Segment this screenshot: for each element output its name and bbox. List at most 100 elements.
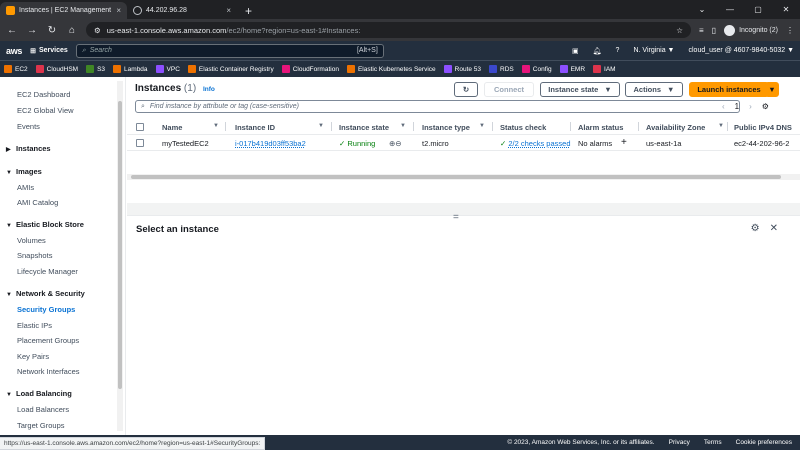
back-icon[interactable]: ← <box>6 25 18 36</box>
sidebar-item-placement-groups[interactable]: Placement Groups <box>17 336 79 345</box>
column-alarm-status[interactable]: Alarm status <box>578 123 623 132</box>
next-page-icon[interactable]: › <box>749 102 752 111</box>
favorite-vpc[interactable]: VPC <box>155 65 180 73</box>
column-name[interactable]: Name <box>162 123 182 132</box>
launch-instances-button[interactable]: Launch instances <box>689 82 769 97</box>
sort-icon[interactable]: ▼ <box>318 123 324 129</box>
favorite-route-53[interactable]: Route 53 <box>443 65 481 73</box>
cloudshell-icon[interactable]: ▣ <box>572 47 579 55</box>
new-tab-button[interactable]: + <box>237 2 260 19</box>
connect-button[interactable]: Connect <box>484 82 534 97</box>
site-info-icon[interactable]: ⚙ <box>94 26 101 35</box>
sort-icon[interactable]: ▼ <box>479 123 485 129</box>
column-availability-zone[interactable]: Availability Zone <box>646 123 705 132</box>
column-divider[interactable] <box>413 122 414 131</box>
sidebar-section-ebs[interactable]: ▼ Elastic Block Store <box>6 220 84 229</box>
column-status-check[interactable]: Status check <box>500 123 546 132</box>
notifications-icon[interactable]: 🔔︎ <box>593 47 602 55</box>
actions-dropdown[interactable]: Actions ▼ <box>625 82 683 97</box>
instance-state-dropdown[interactable]: Instance state ▼ <box>540 82 620 97</box>
sidebar-scrollbar[interactable] <box>117 81 123 431</box>
search-input[interactable]: ⌕ Search [Alt+S] <box>75 43 384 58</box>
browser-tab-ip[interactable]: 44.202.96.28 × <box>127 2 237 19</box>
favorite-rds[interactable]: RDS <box>489 65 514 73</box>
sidebar-item-target-groups[interactable]: Target Groups <box>17 421 65 430</box>
close-icon[interactable]: × <box>116 6 121 15</box>
cookie-preferences-link[interactable]: Cookie preferences <box>736 439 792 446</box>
sidebar-section-instances[interactable]: ▶ Instances <box>6 144 51 153</box>
settings-gear-icon[interactable]: ⚙ <box>762 102 769 111</box>
favorite-emr[interactable]: EMR <box>559 65 585 73</box>
favorite-s3[interactable]: S3 <box>86 65 105 73</box>
sidebar-item-amis[interactable]: AMIs <box>17 183 34 192</box>
column-divider[interactable] <box>331 122 332 131</box>
sidebar-section-images[interactable]: ▼ Images <box>6 167 42 176</box>
sidebar-item-security-groups[interactable]: Security Groups <box>17 305 75 314</box>
home-icon[interactable]: ⌂ <box>66 25 78 36</box>
favorite-cloudhsm[interactable]: CloudHSM <box>35 65 78 73</box>
favorite-elastic-container-registry[interactable]: Elastic Container Registry <box>187 65 274 73</box>
current-page[interactable]: 1 <box>735 102 739 111</box>
close-icon[interactable]: ✕ <box>770 223 778 234</box>
maximize-icon[interactable]: ▢ <box>744 5 772 14</box>
column-public-dns[interactable]: Public IPv4 DNS <box>734 123 792 132</box>
sidebar-item-lifecycle-manager[interactable]: Lifecycle Manager <box>17 267 78 276</box>
reload-icon[interactable]: ↻ <box>46 25 58 36</box>
column-instance-type[interactable]: Instance type <box>422 123 470 132</box>
resize-handle-icon[interactable]: = <box>453 212 459 223</box>
zoom-icons[interactable]: ⊕⊖ <box>389 139 402 148</box>
sort-icon[interactable]: ▼ <box>718 123 724 129</box>
column-divider[interactable] <box>727 122 728 131</box>
prev-page-icon[interactable]: ‹ <box>722 102 725 111</box>
refresh-button[interactable]: ↻ <box>454 82 478 97</box>
sort-icon[interactable]: ▼ <box>400 123 406 129</box>
column-divider[interactable] <box>492 122 493 131</box>
reading-list-icon[interactable]: ≡ <box>699 26 704 35</box>
favorite-ec2[interactable]: EC2 <box>4 65 28 73</box>
instance-id-link[interactable]: i-017b419d03ff53ba2 <box>235 139 306 148</box>
launch-dropdown-button[interactable]: ▼ <box>765 82 779 97</box>
bookmark-star-icon[interactable]: ☆ <box>676 26 683 35</box>
sidebar-item-elastic-ips[interactable]: Elastic IPs <box>17 321 52 330</box>
table-row[interactable]: myTestedEC2 i-017b419d03ff53ba2 ✓ Runnin… <box>127 135 800 151</box>
region-selector[interactable]: N. Virginia ▼ <box>633 47 674 54</box>
close-window-icon[interactable]: ✕ <box>772 5 800 14</box>
favorite-lambda[interactable]: Lambda <box>113 65 148 73</box>
favorite-config[interactable]: Config <box>521 65 552 73</box>
forward-icon[interactable]: → <box>26 25 38 36</box>
sidebar-item-snapshots[interactable]: Snapshots <box>17 251 52 260</box>
aws-logo[interactable]: aws <box>6 46 22 56</box>
column-instance-state[interactable]: Instance state <box>339 123 389 132</box>
sidebar-item-volumes[interactable]: Volumes <box>17 236 46 245</box>
services-menu[interactable]: ⊞ Services <box>30 47 68 55</box>
favorite-iam[interactable]: IAM <box>593 65 616 73</box>
incognito-indicator[interactable]: Incognito (2) <box>724 24 778 36</box>
side-panel-icon[interactable]: ▯ <box>712 26 716 35</box>
instance-filter-input[interactable]: ⌕ Find instance by attribute or tag (cas… <box>135 100 740 113</box>
favorite-cloudformation[interactable]: CloudFormation <box>281 65 339 73</box>
sidebar-item-ec2-dashboard[interactable]: EC2 Dashboard <box>17 90 70 99</box>
sidebar-section-load-balancing[interactable]: ▼ Load Balancing <box>6 389 72 398</box>
account-menu[interactable]: cloud_user @ 4607-9840-5032 ▼ <box>689 47 795 54</box>
sidebar-section-network-security[interactable]: ▼ Network & Security <box>6 289 85 298</box>
sort-icon[interactable]: ▼ <box>213 123 219 129</box>
status-check-link[interactable]: 2/2 checks passed <box>508 139 570 148</box>
column-divider[interactable] <box>638 122 639 131</box>
info-link[interactable]: Info <box>203 86 215 93</box>
table-horizontal-scrollbar[interactable] <box>127 174 800 180</box>
sidebar-item-ami-catalog[interactable]: AMI Catalog <box>17 198 58 207</box>
url-field[interactable]: ⚙ us-east-1.console.aws.amazon.com/ec2/h… <box>86 22 691 38</box>
terms-link[interactable]: Terms <box>704 439 722 446</box>
favorite-elastic-kubernetes-service[interactable]: Elastic Kubernetes Service <box>346 65 436 73</box>
settings-gear-icon[interactable]: ⚙ <box>751 223 760 234</box>
scrollbar-thumb[interactable] <box>131 175 781 179</box>
scrollbar-thumb[interactable] <box>118 101 122 389</box>
minimize-icon[interactable]: — <box>716 5 744 14</box>
menu-icon[interactable]: ⋮ <box>786 26 794 35</box>
close-icon[interactable]: × <box>226 6 231 15</box>
sidebar-item-key-pairs[interactable]: Key Pairs <box>17 352 49 361</box>
row-checkbox[interactable] <box>136 139 144 147</box>
column-divider[interactable] <box>570 122 571 131</box>
sidebar-item-ec2-global-view[interactable]: EC2 Global View <box>17 106 74 115</box>
sidebar-item-events[interactable]: Events <box>17 122 40 131</box>
